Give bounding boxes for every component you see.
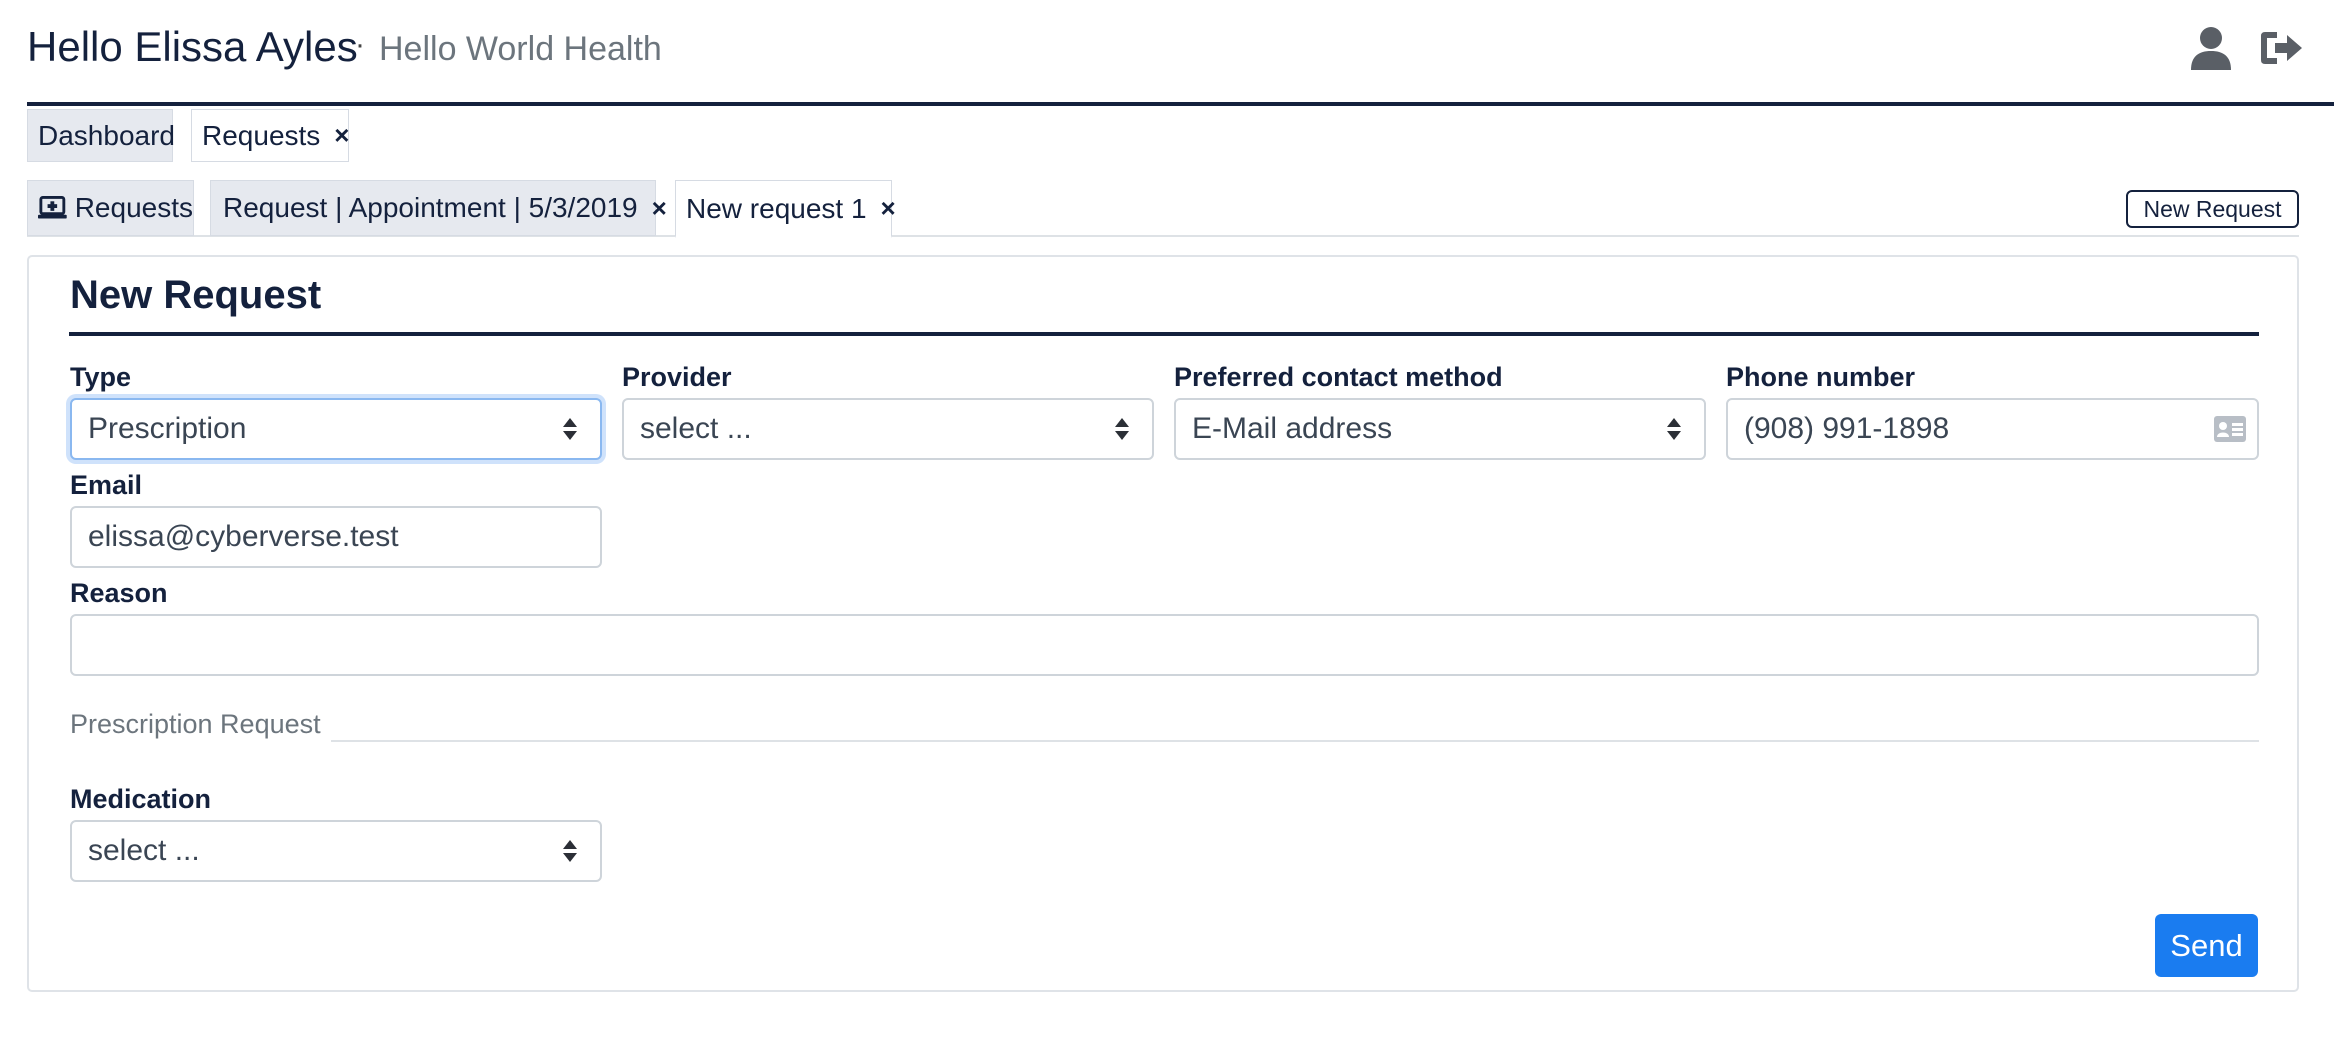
- address-card-icon: [2214, 416, 2246, 442]
- sign-out-icon[interactable]: [2257, 24, 2305, 72]
- form-title: New Request: [70, 273, 322, 317]
- app-header: Hello Elissa Ayles · Hello World Health: [27, 0, 2334, 106]
- tab-dashboard[interactable]: Dashboard: [27, 109, 175, 162]
- user-icon[interactable]: [2187, 24, 2235, 72]
- subtab-appointment[interactable]: Request | Appointment | 5/3/2019 ×: [210, 180, 667, 236]
- title-divider: [69, 332, 2259, 336]
- contact-method-select[interactable]: E-Mail address: [1174, 398, 1706, 460]
- provider-select-value: select ...: [640, 412, 752, 445]
- email-field[interactable]: elissa@cyberverse.test: [70, 506, 602, 568]
- laptop-medical-icon: [38, 196, 67, 219]
- tab-dashboard-label: Dashboard: [38, 119, 175, 151]
- subtab-new-request-label: New request 1: [686, 192, 867, 224]
- sort-caret-icon: [1114, 417, 1130, 441]
- subtab-requests[interactable]: Requests: [27, 180, 194, 236]
- phone-number-value: (908) 991-1898: [1744, 412, 1950, 445]
- section-divider: [331, 740, 2259, 742]
- sort-caret-icon: [562, 417, 578, 441]
- type-label: Type: [70, 362, 132, 392]
- request-tabs: Requests Request | Appointment | 5/3/201…: [27, 180, 2299, 238]
- reason-field[interactable]: [70, 614, 2259, 676]
- provider-label: Provider: [622, 362, 732, 392]
- greeting-title: Hello Elissa Ayles: [27, 23, 358, 70]
- new-request-button[interactable]: New Request: [2126, 190, 2299, 228]
- provider-select[interactable]: select ...: [622, 398, 1154, 460]
- contact-method-label: Preferred contact method: [1174, 362, 1503, 392]
- prescription-section-legend: Prescription Request: [70, 709, 321, 739]
- type-select[interactable]: Prescription: [70, 398, 602, 460]
- tab-requests-label: Requests: [202, 119, 321, 151]
- medication-label: Medication: [70, 784, 212, 814]
- subtab-appointment-label: Request | Appointment | 5/3/2019: [223, 192, 638, 223]
- close-icon[interactable]: ×: [334, 120, 349, 151]
- medication-select[interactable]: select ...: [70, 820, 602, 882]
- close-icon[interactable]: ×: [652, 193, 667, 224]
- organization-name: Hello World Health: [379, 30, 662, 68]
- type-select-value: Prescription: [88, 412, 247, 445]
- close-icon[interactable]: ×: [881, 193, 896, 224]
- subtab-new-request[interactable]: New request 1 ×: [675, 180, 896, 238]
- reason-label: Reason: [70, 578, 168, 608]
- title-separator: ·: [355, 28, 365, 61]
- sort-caret-icon: [562, 839, 578, 863]
- phone-number-label: Phone number: [1726, 362, 1916, 392]
- email-value: elissa@cyberverse.test: [88, 520, 399, 553]
- new-request-card: New Request Type Provider Preferred cont…: [27, 255, 2299, 992]
- phone-number-field[interactable]: (908) 991-1898: [1726, 398, 2259, 460]
- send-button[interactable]: Send: [2155, 914, 2258, 977]
- email-label: Email: [70, 470, 143, 500]
- medication-select-value: select ...: [88, 834, 200, 867]
- subtab-requests-label: Requests: [74, 192, 193, 223]
- sort-caret-icon: [1666, 417, 1682, 441]
- tab-requests[interactable]: Requests ×: [191, 109, 349, 162]
- contact-method-value: E-Mail address: [1192, 412, 1393, 445]
